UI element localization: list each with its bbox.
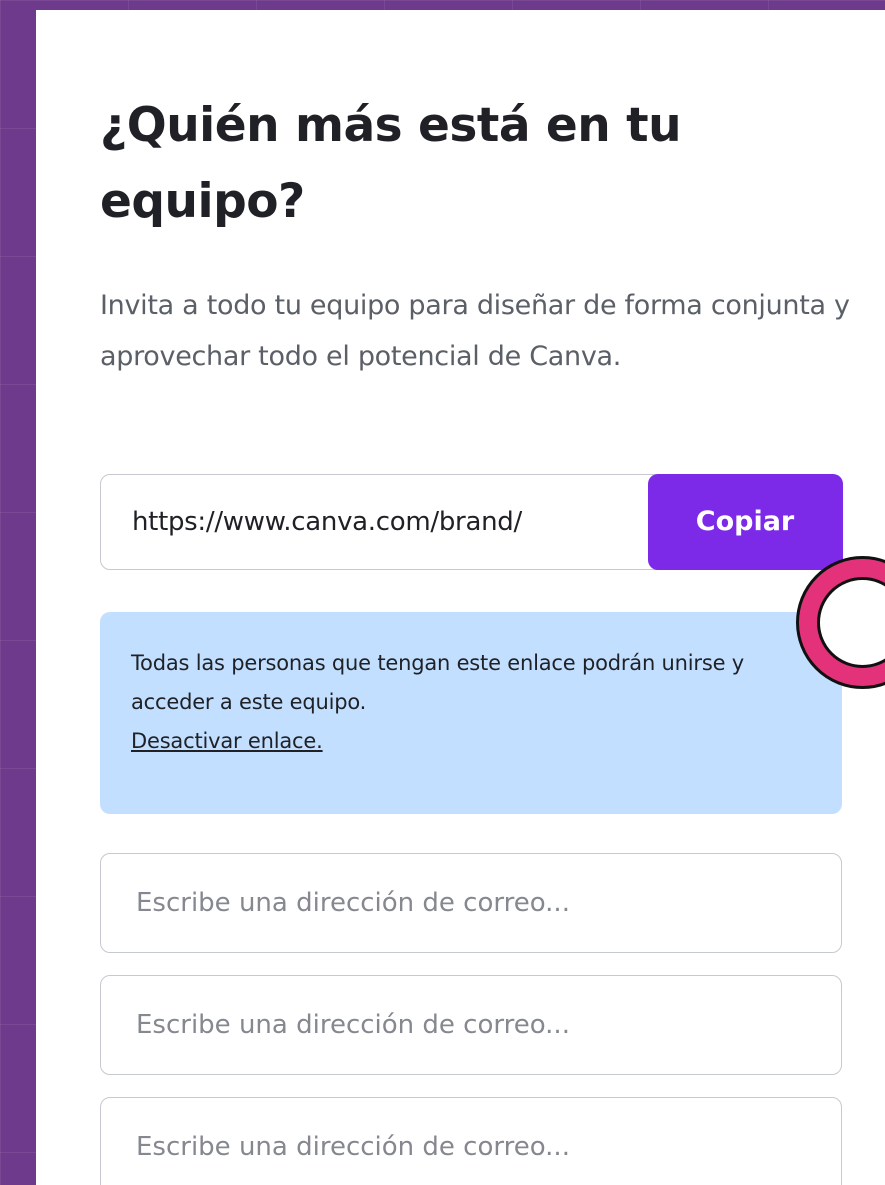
link-notice: Todas las personas que tengan este enlac… [100, 612, 842, 814]
dialog-title: ¿Quién más está en tu equipo? [100, 98, 682, 229]
link-notice-text: Todas las personas que tengan este enlac… [131, 644, 812, 761]
dialog-description: Invita a todo tu equipo para diseñar de … [100, 290, 850, 372]
link-notice-message: Todas las personas que tengan este enlac… [131, 651, 745, 714]
copy-link-button[interactable]: Copiar [647, 473, 843, 570]
invite-link-input[interactable] [101, 475, 647, 568]
email-field-3[interactable] [100, 1097, 842, 1185]
email-field-2[interactable] [100, 975, 842, 1075]
invite-link-field: Copiar [100, 473, 843, 570]
disable-link-button[interactable]: Desactivar enlace. [131, 729, 323, 753]
email-field-1[interactable] [100, 853, 842, 953]
